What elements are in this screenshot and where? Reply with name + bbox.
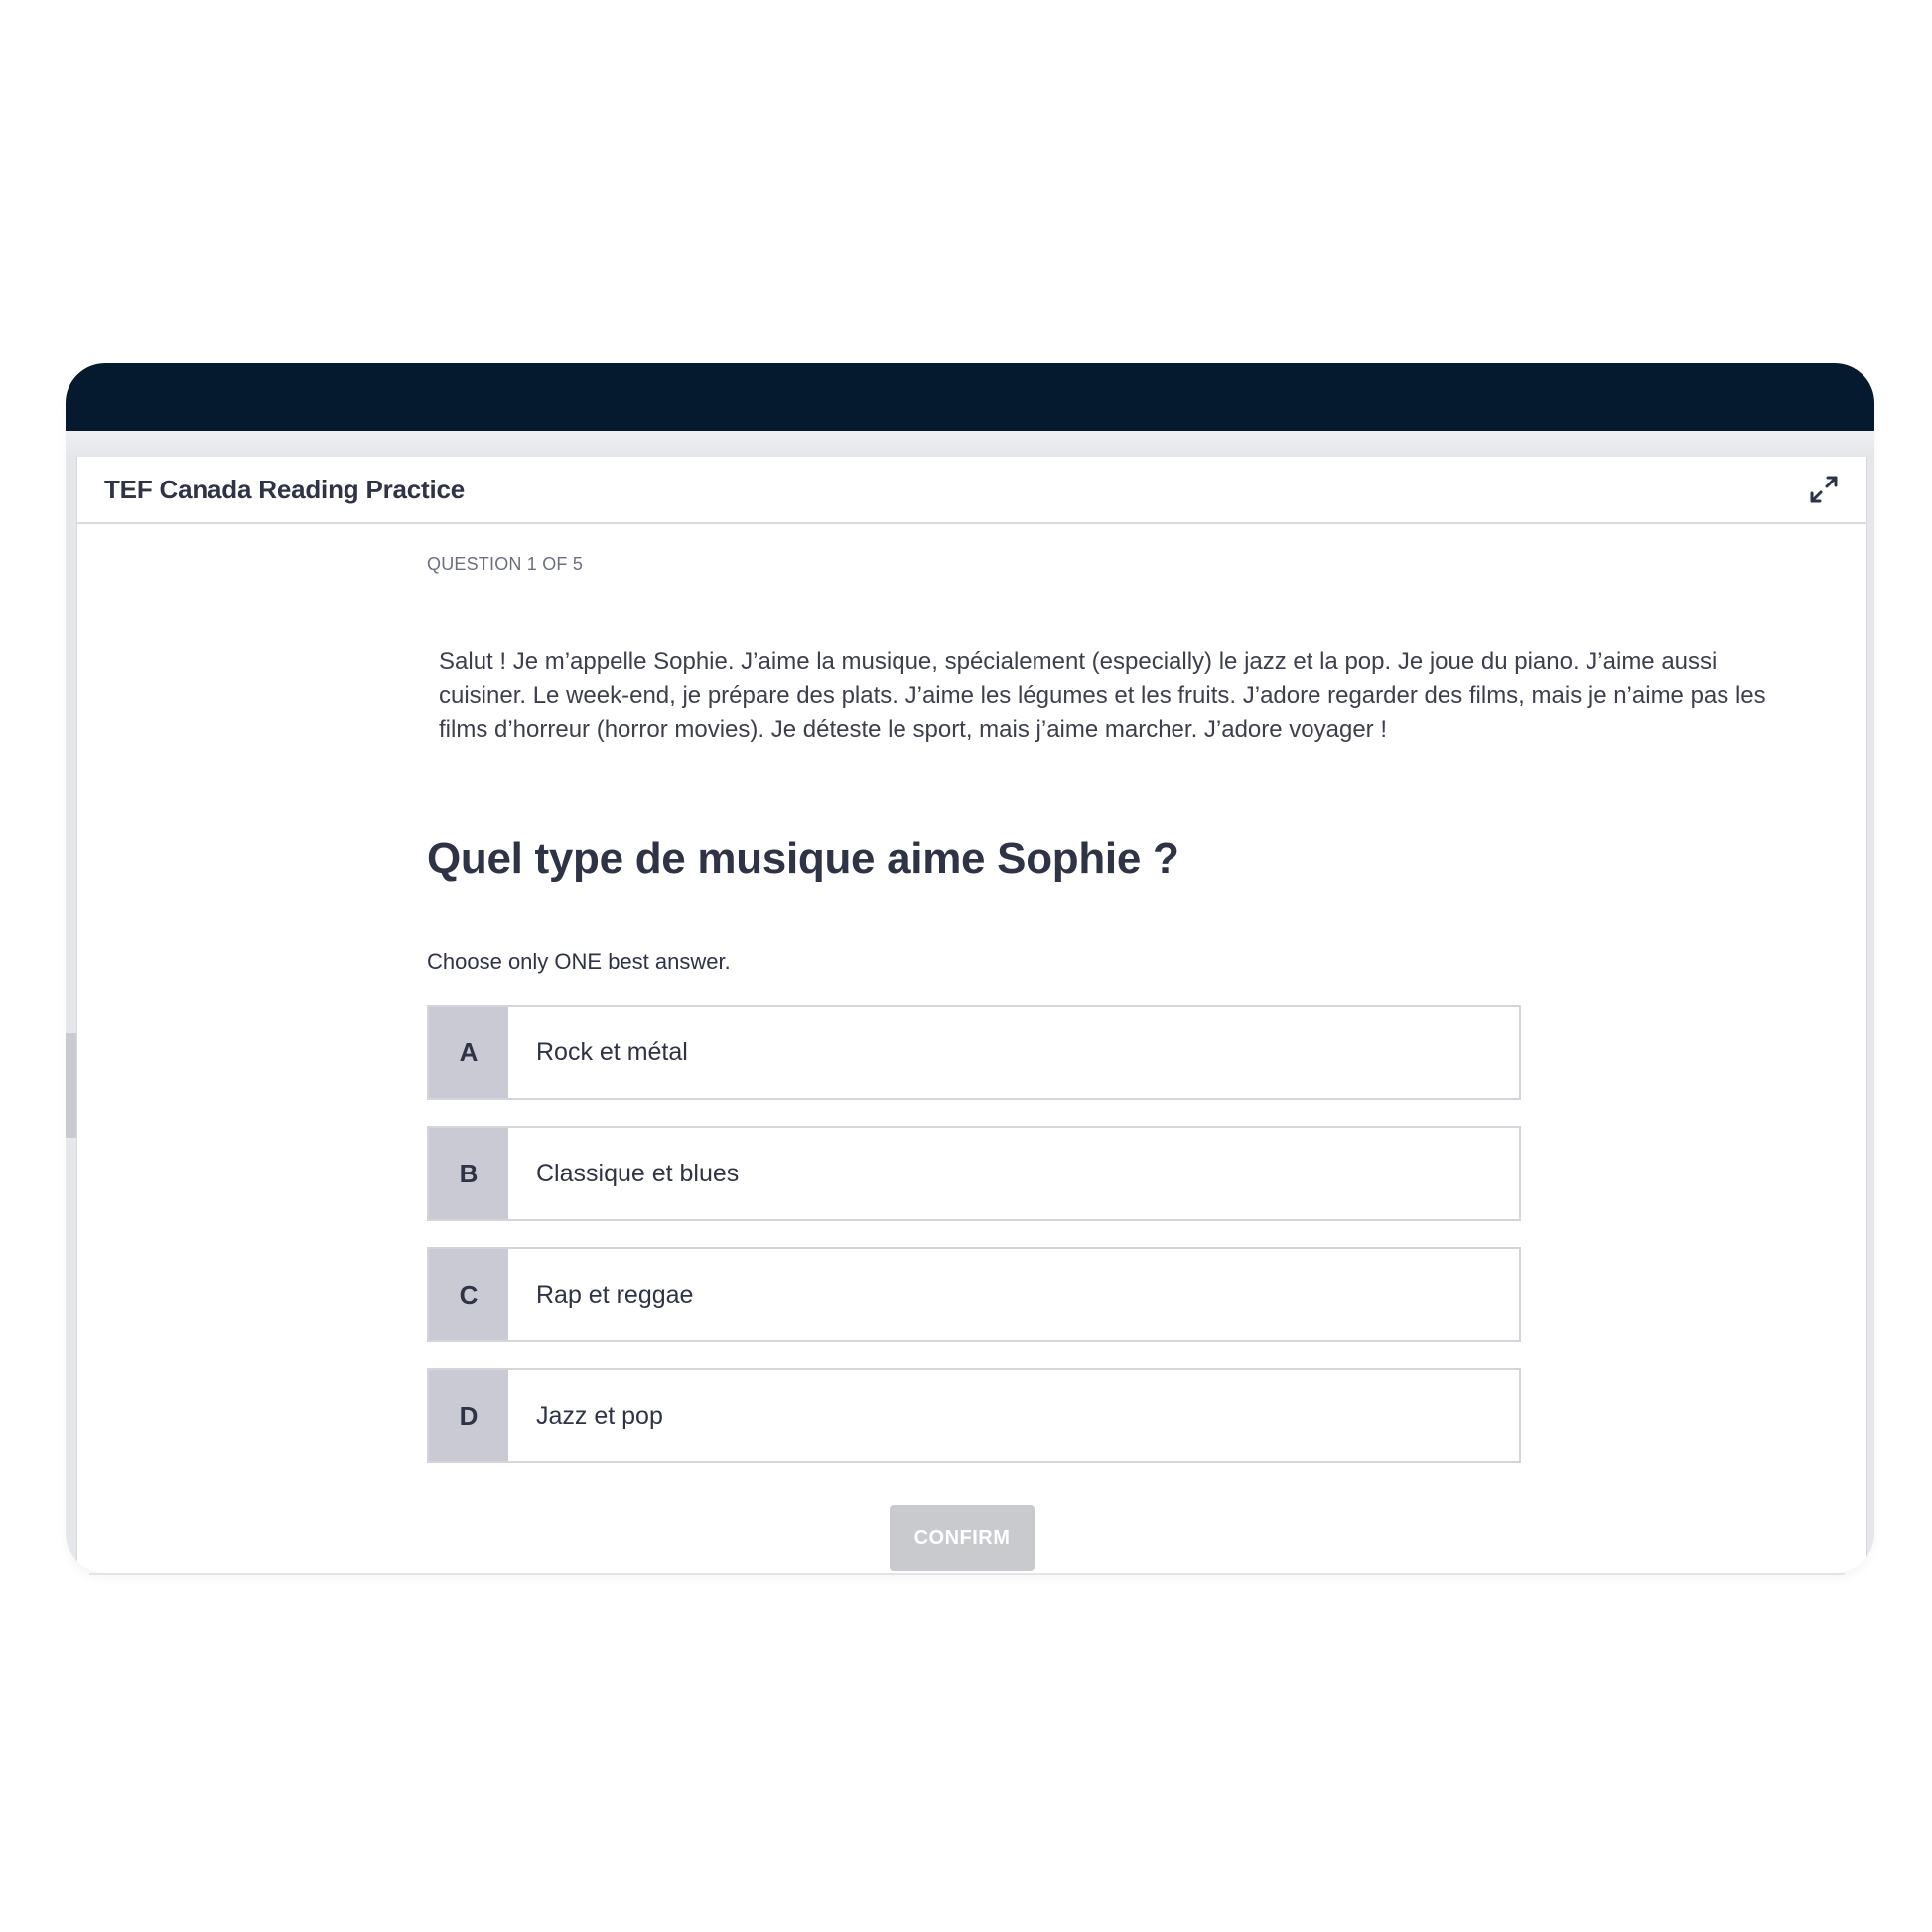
question-progress: QUESTION 1 OF 5 [427, 554, 584, 574]
confirm-button[interactable]: CONFIRM [890, 1505, 1035, 1571]
option-text: Rap et reggae [536, 1281, 694, 1309]
option-letter: B [429, 1128, 508, 1219]
option-a[interactable]: A Rock et métal [427, 1005, 1521, 1100]
option-c[interactable]: C Rap et reggae [427, 1247, 1521, 1342]
question-title: Quel type de musique aime Sophie ? [427, 834, 1179, 883]
option-text: Jazz et pop [536, 1402, 663, 1430]
reading-passage: Salut ! Je m’appelle Sophie. J’aime la m… [439, 648, 1766, 743]
option-d[interactable]: D Jazz et pop [427, 1368, 1521, 1463]
bottom-divider [89, 1573, 1845, 1575]
expand-button[interactable] [1807, 473, 1841, 506]
option-text: Rock et métal [536, 1038, 688, 1066]
answer-instruction: Choose only ONE best answer. [427, 949, 731, 974]
app-title: TEF Canada Reading Practice [104, 475, 466, 504]
option-text: Classique et blues [536, 1160, 740, 1187]
device-frame: TEF Canada Reading Practice QUESTION 1 O… [66, 363, 1874, 1573]
top-bar [66, 363, 1874, 431]
option-b[interactable]: B Classique et blues [427, 1126, 1521, 1221]
option-letter: C [429, 1249, 508, 1340]
top-shade [66, 431, 1874, 457]
practice-window: TEF Canada Reading Practice QUESTION 1 O… [76, 457, 1867, 1573]
expand-arrows-icon [1810, 476, 1838, 503]
answer-options: A Rock et métal B Classique et blues C R… [427, 1005, 1521, 1489]
option-letter: D [429, 1370, 508, 1461]
window-header: TEF Canada Reading Practice [77, 457, 1866, 524]
option-letter: A [429, 1007, 508, 1098]
